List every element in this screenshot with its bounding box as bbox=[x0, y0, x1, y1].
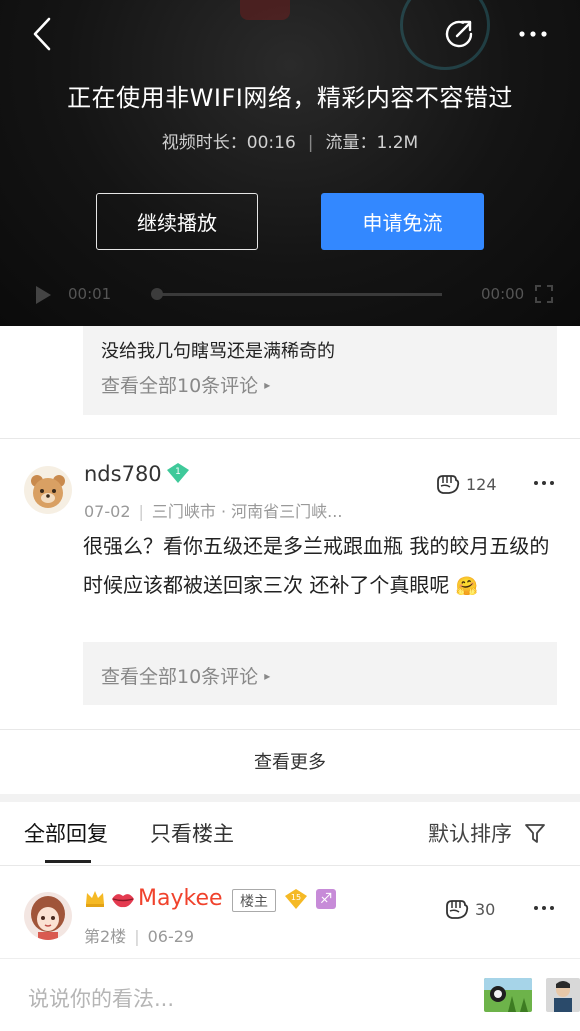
sagittarius-icon: ♐ bbox=[316, 889, 336, 909]
comment-input[interactable]: 说说你的看法... bbox=[28, 983, 174, 1013]
view-more-button[interactable]: 查看更多 bbox=[0, 748, 580, 774]
meta-separator: | bbox=[307, 133, 314, 153]
comment-location: 三门峡市 · 河南省三门峡... bbox=[151, 502, 343, 521]
level-badge-number: 15 bbox=[291, 893, 301, 902]
comment-meta: 07-02 | 三门峡市 · 河南省三门峡... bbox=[84, 498, 342, 522]
comment-username[interactable]: nds780 bbox=[84, 462, 162, 486]
op-tag: 楼主 bbox=[232, 889, 276, 912]
more-options-button[interactable] bbox=[511, 12, 555, 56]
like-fist-icon bbox=[446, 900, 469, 919]
avatar[interactable] bbox=[24, 892, 72, 940]
share-button[interactable] bbox=[437, 12, 481, 56]
video-player[interactable]: 正在使用非WIFI网络，精彩内容不容错过 视频时长：00:16 | 流量：1.2M … bbox=[0, 0, 580, 326]
lips-icon bbox=[112, 894, 134, 908]
post-detail-page: 正在使用非WIFI网络，精彩内容不容错过 视频时长：00:16 | 流量：1.2M … bbox=[0, 0, 580, 1031]
hug-emoji: 🤗 bbox=[455, 576, 479, 597]
level-badge-number: 1 bbox=[175, 467, 181, 477]
floor-number: 第2楼 bbox=[84, 927, 127, 946]
sort-label: 默认排序 bbox=[428, 822, 512, 846]
more-dots-icon bbox=[519, 31, 547, 37]
caret-right-icon: ▸ bbox=[264, 377, 271, 392]
reply-preview-box: 查看全部10条评论 ▸ bbox=[83, 642, 557, 705]
video-duration: 视频时长：00:16 bbox=[161, 133, 296, 153]
sort-button[interactable]: 默认排序 bbox=[428, 818, 546, 848]
avatar[interactable] bbox=[24, 466, 72, 514]
comment-more-button[interactable] bbox=[529, 473, 559, 493]
like-count: 30 bbox=[475, 899, 496, 919]
share-icon bbox=[445, 20, 473, 48]
meta-separator: | bbox=[138, 502, 144, 521]
like-fist-icon bbox=[437, 475, 460, 494]
comment-date: 07-02 bbox=[84, 502, 131, 521]
view-all-replies-link[interactable]: 查看全部10条评论 ▸ bbox=[101, 371, 270, 398]
sticker-image-icon bbox=[546, 978, 580, 1012]
back-button[interactable] bbox=[20, 12, 64, 56]
like-button[interactable]: 124 bbox=[434, 472, 497, 496]
like-count: 124 bbox=[466, 474, 497, 494]
post-date: 06-29 bbox=[147, 927, 195, 946]
caret-right-icon: ▸ bbox=[264, 668, 271, 683]
level-badge-icon: 1 bbox=[167, 463, 189, 483]
total-time: 00:00 bbox=[481, 285, 525, 303]
comment-body: 很强么？看你五级还是多兰戒跟血瓶 我的皎月五级的时候应该都被送回家三次 还补了个… bbox=[83, 527, 553, 606]
post-meta: 第2楼 | 06-29 bbox=[84, 923, 194, 947]
post-username[interactable]: Maykee bbox=[138, 886, 223, 911]
comment-text: 很强么？看你五级还是多兰戒跟血瓶 我的皎月五级的时候应该都被送回家三次 还补了个… bbox=[83, 534, 550, 597]
view-all-label: 查看全部10条评论 bbox=[101, 375, 259, 397]
level-badge-icon: 15 bbox=[285, 889, 307, 909]
divider bbox=[0, 865, 580, 866]
sticker-thumbnail[interactable] bbox=[546, 978, 580, 1012]
comment-input-bar: 说说你的看法... bbox=[0, 958, 580, 1031]
play-icon[interactable] bbox=[34, 285, 52, 305]
girl-avatar-icon bbox=[24, 892, 72, 940]
post-more-button[interactable] bbox=[529, 898, 559, 918]
tab-all-replies[interactable]: 全部回复 bbox=[24, 818, 108, 848]
meta-separator: | bbox=[134, 927, 140, 946]
bear-avatar-icon bbox=[24, 466, 72, 514]
video-meta: 视频时长：00:16 | 流量：1.2M bbox=[0, 128, 580, 153]
reply-preview-box: 没给我几句瞎骂还是满稀奇的 查看全部10条评论 ▸ bbox=[83, 326, 557, 415]
filter-icon bbox=[525, 824, 545, 843]
crown-icon bbox=[86, 891, 104, 907]
tab-op-only[interactable]: 只看楼主 bbox=[150, 818, 234, 848]
continue-play-button[interactable]: 继续播放 bbox=[96, 193, 258, 250]
section-divider bbox=[0, 794, 580, 802]
view-all-label: 查看全部10条评论 bbox=[101, 666, 259, 688]
network-notice-title: 正在使用非WIFI网络，精彩内容不容错过 bbox=[67, 84, 513, 112]
progress-track[interactable] bbox=[157, 293, 442, 296]
progress-knob[interactable] bbox=[151, 288, 163, 300]
divider bbox=[0, 438, 580, 439]
divider bbox=[0, 729, 580, 730]
like-button[interactable]: 30 bbox=[443, 897, 495, 921]
player-controls: 00:01 00:00 bbox=[0, 282, 580, 308]
video-frame-decoration bbox=[240, 0, 290, 20]
sticker-image-icon bbox=[484, 978, 532, 1012]
fullscreen-icon[interactable] bbox=[535, 285, 553, 303]
sticker-thumbnail[interactable] bbox=[484, 978, 532, 1012]
video-traffic: 流量：1.2M bbox=[325, 133, 419, 153]
view-all-replies-link[interactable]: 查看全部10条评论 ▸ bbox=[101, 662, 270, 689]
current-time: 00:01 bbox=[68, 285, 112, 303]
reply-preview-text: 没给我几句瞎骂还是满稀奇的 bbox=[101, 341, 335, 362]
free-flow-button[interactable]: 申请免流 bbox=[321, 193, 484, 250]
active-tab-indicator bbox=[45, 860, 91, 863]
chevron-left-icon bbox=[33, 17, 51, 51]
